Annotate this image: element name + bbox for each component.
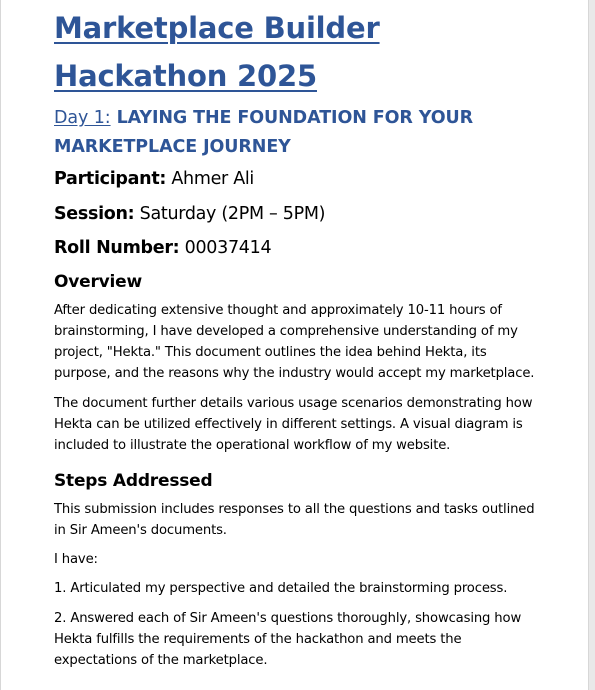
roll-number-label: Roll Number:	[54, 238, 180, 258]
steps-paragraph: I have:	[54, 552, 98, 568]
session-value: Saturday (2PM – 5PM)	[139, 203, 326, 224]
day-heading-text: LAYING THE FOUNDATION FOR YOUR MARKETPLA…	[54, 108, 473, 157]
steps-paragraph: This submission includes responses to al…	[54, 501, 535, 538]
overview-paragraph: The document further details various usa…	[54, 395, 533, 454]
session-label: Session:	[54, 203, 135, 224]
steps-heading: Steps Addressed	[54, 470, 213, 491]
roll-number-value: 00037414	[184, 238, 272, 258]
session-row: Session: Saturday (2PM – 5PM)	[54, 197, 588, 232]
document-page: Marketplace Builder Hackathon 2025 Day 1…	[0, 0, 589, 690]
day-heading: Day 1: LAYING THE FOUNDATION FOR YOUR MA…	[54, 104, 534, 162]
participant-row: Participant: Ahmer Ali	[54, 162, 588, 197]
day-label: Day 1:	[54, 108, 111, 128]
participant-info: Participant: Ahmer Ali Session: Saturday…	[54, 162, 588, 266]
participant-label: Participant:	[54, 169, 167, 189]
document-title: Marketplace Builder Hackathon 2025	[54, 11, 380, 93]
steps-list-item: 1. Articulated my perspective and detail…	[54, 581, 508, 597]
roll-number-row: Roll Number: 00037414	[54, 231, 588, 266]
overview-heading: Overview	[54, 271, 142, 292]
steps-list-item: 2. Answered each of Sir Ameen's question…	[54, 610, 522, 669]
overview-paragraph: After dedicating extensive thought and a…	[54, 302, 535, 382]
participant-value: Ahmer Ali	[171, 169, 254, 189]
